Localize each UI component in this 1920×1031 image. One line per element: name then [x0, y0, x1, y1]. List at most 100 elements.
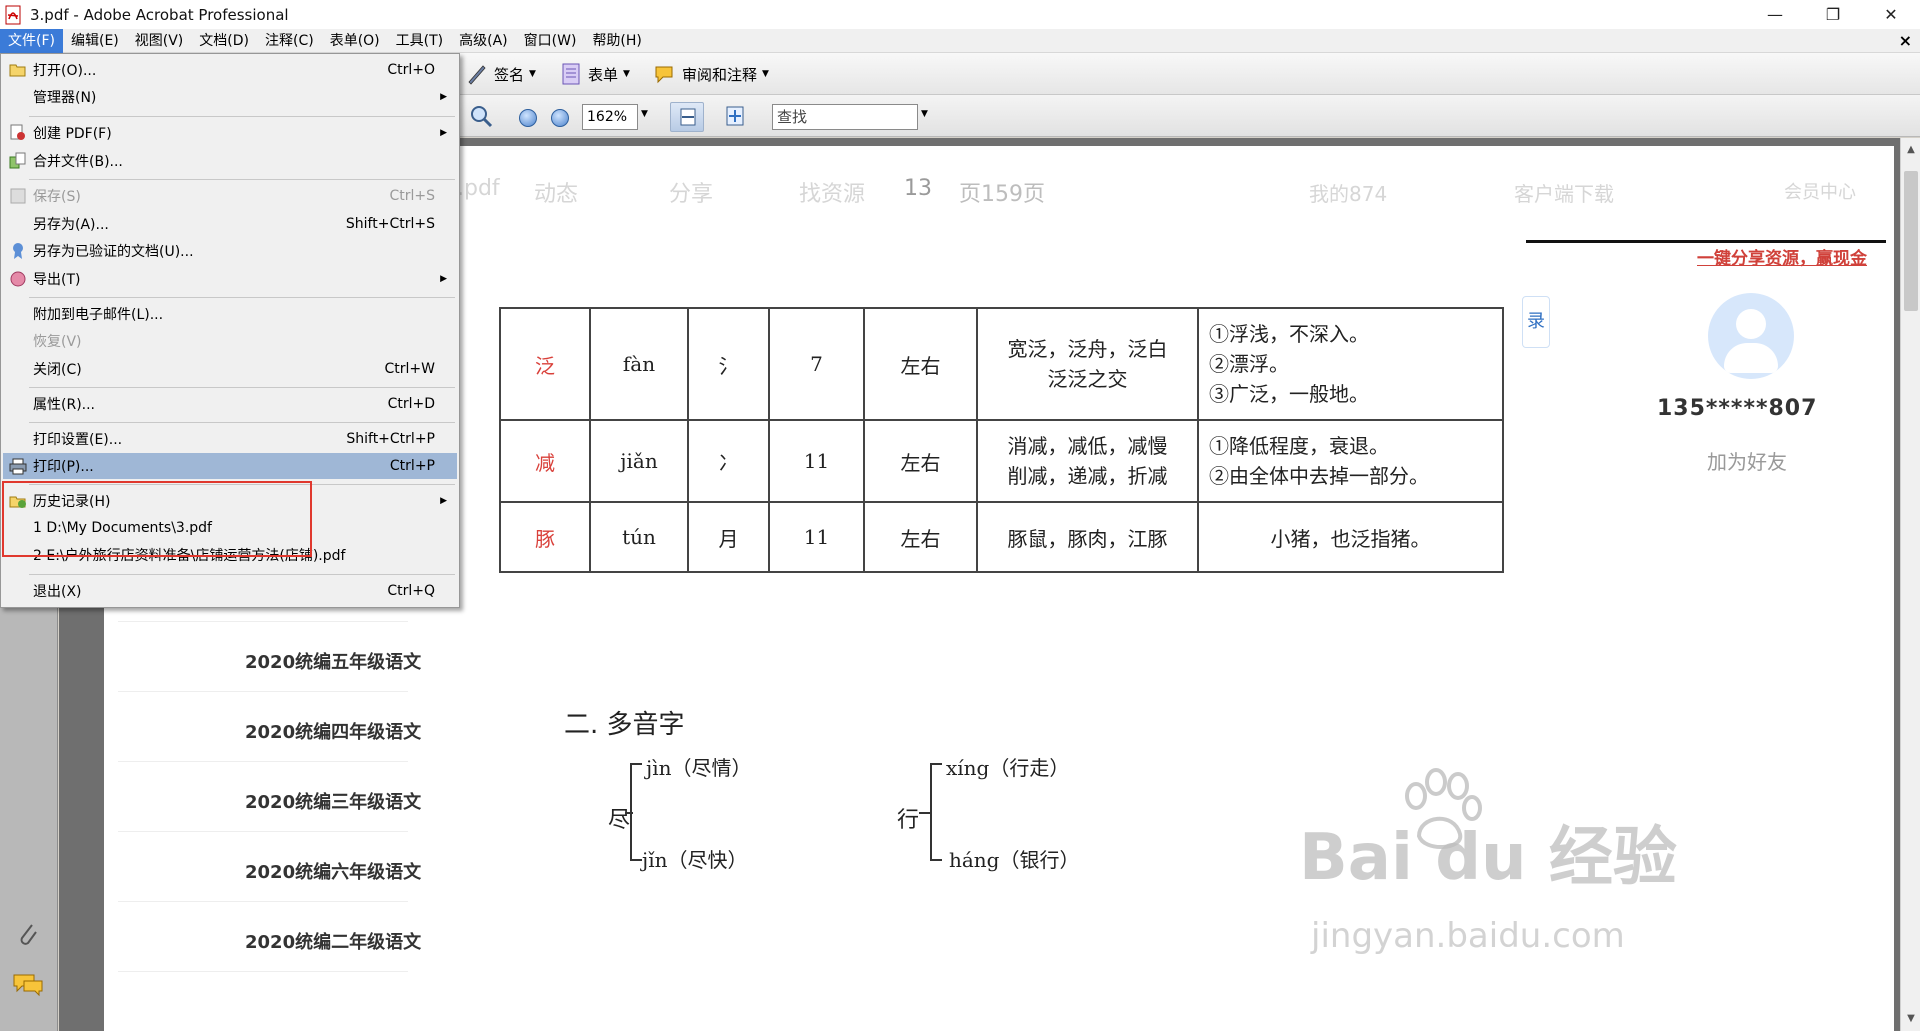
review-comment-button[interactable]: 审阅和注释 ▼	[654, 62, 769, 86]
menu-separator	[29, 297, 455, 298]
find-dropdown-icon[interactable]: ▼	[921, 109, 928, 119]
table-cell: 小猪，也泛指猪。	[1197, 501, 1504, 573]
avatar[interactable]	[1708, 293, 1794, 379]
menu-item-organizer[interactable]: 管理器(N) ▶	[3, 84, 457, 110]
close-document-button[interactable]: ×	[1899, 29, 1912, 53]
list-item[interactable]: 2020统编三年级语文	[245, 788, 421, 814]
file-menu-dropdown: 打开(O)... Ctrl+O 管理器(N) ▶ 创建 PDF(F) ▶ 合并文…	[0, 53, 460, 608]
menu-advanced[interactable]: 高级(A)	[451, 29, 516, 53]
menu-comments[interactable]: 注释(C)	[257, 29, 322, 53]
forms-button[interactable]: 表单 ▼	[560, 62, 630, 86]
menu-document[interactable]: 文档(D)	[191, 29, 257, 53]
table-cell: tún	[589, 501, 689, 573]
minimize-button[interactable]: —	[1746, 0, 1804, 29]
menu-item-label: 管理器(N)	[33, 90, 97, 106]
side-tab[interactable]: 录	[1522, 296, 1550, 348]
polyphone-reading: jìn（尽情）	[646, 756, 752, 780]
list-divider	[118, 691, 408, 692]
find-field[interactable]: 查找	[772, 104, 918, 130]
table-cell: ①降低程度，衰退。 ②由全体中去掉一部分。	[1197, 419, 1504, 503]
character-table: 泛 fàn 氵 7 左右 宽泛，泛舟，泛白 泛泛之交 ①浮浅，不深入。 ②漂浮。…	[499, 307, 1504, 573]
menu-item-attach-email[interactable]: 附加到电子邮件(L)...	[3, 301, 457, 327]
certified-document-icon	[13, 243, 23, 259]
zoom-dropdown-icon[interactable]: ▼	[641, 109, 648, 119]
polyphone-char: 尽	[608, 808, 631, 833]
submenu-arrow-icon: ▶	[440, 92, 447, 102]
scroll-up-icon[interactable]: ▲	[1901, 140, 1920, 160]
menu-item-label: 打开(O)...	[33, 63, 97, 79]
zoom-level-field[interactable]: 162%	[582, 104, 638, 130]
menu-file[interactable]: 文件(F)	[0, 28, 63, 53]
form-icon	[562, 63, 580, 85]
list-item[interactable]: 2020统编六年级语文	[245, 858, 421, 884]
pen-icon	[468, 65, 486, 85]
add-friend-button[interactable]: 加为好友	[1707, 446, 1787, 475]
menu-item-combine[interactable]: 合并文件(B)...	[3, 148, 457, 174]
zoom-in-icon[interactable]	[551, 109, 569, 127]
save-icon	[10, 188, 26, 204]
menu-tools[interactable]: 工具(T)	[388, 29, 451, 53]
list-divider	[118, 621, 408, 622]
menu-help[interactable]: 帮助(H)	[584, 29, 649, 53]
menu-item-label: 另存为(A)...	[33, 217, 109, 233]
menu-item-label: 附加到电子邮件(L)...	[33, 307, 164, 323]
user-id: 135*****807	[1657, 396, 1818, 421]
menu-item-save-certified[interactable]: 另存为已验证的文档(U)...	[3, 238, 457, 264]
menu-item-label: 创建 PDF(F)	[33, 126, 112, 142]
list-item[interactable]: 2020统编二年级语文	[245, 928, 421, 954]
menu-item-properties[interactable]: 属性(R)... Ctrl+D	[3, 391, 457, 417]
menu-item-create-pdf[interactable]: 创建 PDF(F) ▶	[3, 120, 457, 146]
restore-button[interactable]: ❐	[1804, 0, 1862, 29]
table-row: 豚 tún 月 11 左右 豚鼠，豚肉，江豚 小猪，也泛指猪。	[499, 501, 1504, 573]
table-cell: 11	[768, 501, 865, 573]
table-cell: 氵	[687, 307, 770, 421]
menu-item-shortcut: Shift+Ctrl+P	[346, 431, 435, 447]
table-cell: jiǎn	[589, 419, 689, 503]
table-cell: 消减，减低，减慢 削减，递减，折减	[976, 419, 1199, 503]
menu-forms[interactable]: 表单(O)	[322, 29, 388, 53]
table-cell: 7	[768, 307, 865, 421]
submenu-arrow-icon: ▶	[440, 128, 447, 138]
menu-item-close[interactable]: 关闭(C) Ctrl+W	[3, 356, 457, 382]
menu-edit[interactable]: 编辑(E)	[63, 29, 127, 53]
menu-item-print[interactable]: 打印(P)... Ctrl+P	[3, 453, 457, 479]
title-bar: 3.pdf - Adobe Acrobat Professional — ❐ ✕	[0, 0, 1920, 29]
menu-item-export[interactable]: 导出(T) ▶	[3, 266, 457, 292]
menu-window[interactable]: 窗口(W)	[516, 29, 585, 53]
fit-page-icon[interactable]	[724, 105, 746, 127]
menu-bar: 文件(F) 编辑(E) 视图(V) 文档(D) 注释(C) 表单(O) 工具(T…	[0, 28, 1920, 53]
window-title: 3.pdf - Adobe Acrobat Professional	[30, 5, 289, 24]
watermark-text: Bai du 经验	[1299, 821, 1677, 895]
menu-item-shortcut: Ctrl+O	[387, 62, 435, 78]
scrollbar-thumb[interactable]	[1904, 171, 1918, 311]
close-button[interactable]: ✕	[1862, 0, 1920, 29]
list-divider	[118, 831, 408, 832]
chevron-down-icon: ▼	[529, 69, 536, 79]
menu-item-shortcut: Ctrl+S	[389, 188, 435, 204]
menu-view[interactable]: 视图(V)	[127, 29, 192, 53]
list-item[interactable]: 2020统编四年级语文	[245, 718, 421, 744]
menu-item-save-as[interactable]: 另存为(A)... Shift+Ctrl+S	[3, 211, 457, 237]
chevron-down-icon: ▼	[623, 69, 630, 79]
menu-item-open[interactable]: 打开(O)... Ctrl+O	[3, 57, 457, 83]
zoom-out-icon[interactable]	[519, 109, 537, 127]
menu-item-label: 另存为已验证的文档(U)...	[33, 244, 194, 260]
list-item[interactable]: 2020统编五年级语文	[245, 648, 421, 674]
loupe-icon[interactable]	[468, 103, 494, 129]
menu-separator	[29, 574, 455, 575]
vertical-scrollbar[interactable]: ▲ ▼	[1900, 138, 1920, 1031]
table-cell: 左右	[863, 307, 978, 421]
menu-item-label: 保存(S)	[33, 189, 81, 205]
faded-header-text: 动态	[534, 182, 579, 207]
menu-item-exit[interactable]: 退出(X) Ctrl+Q	[3, 578, 457, 604]
comments-icon[interactable]	[12, 972, 44, 998]
scroll-down-icon[interactable]: ▼	[1901, 1009, 1920, 1029]
fit-width-button[interactable]	[670, 102, 704, 132]
list-divider	[118, 901, 408, 902]
paperclip-icon[interactable]	[14, 920, 42, 950]
menu-item-print-setup[interactable]: 打印设置(E)... Shift+Ctrl+P	[3, 426, 457, 452]
sign-button[interactable]: 签名 ▼	[466, 62, 536, 86]
menu-item-shortcut: Shift+Ctrl+S	[345, 216, 435, 232]
page-count: 页159页	[959, 182, 1045, 207]
share-link[interactable]: 一键分享资源，赢现金	[1697, 244, 1867, 269]
